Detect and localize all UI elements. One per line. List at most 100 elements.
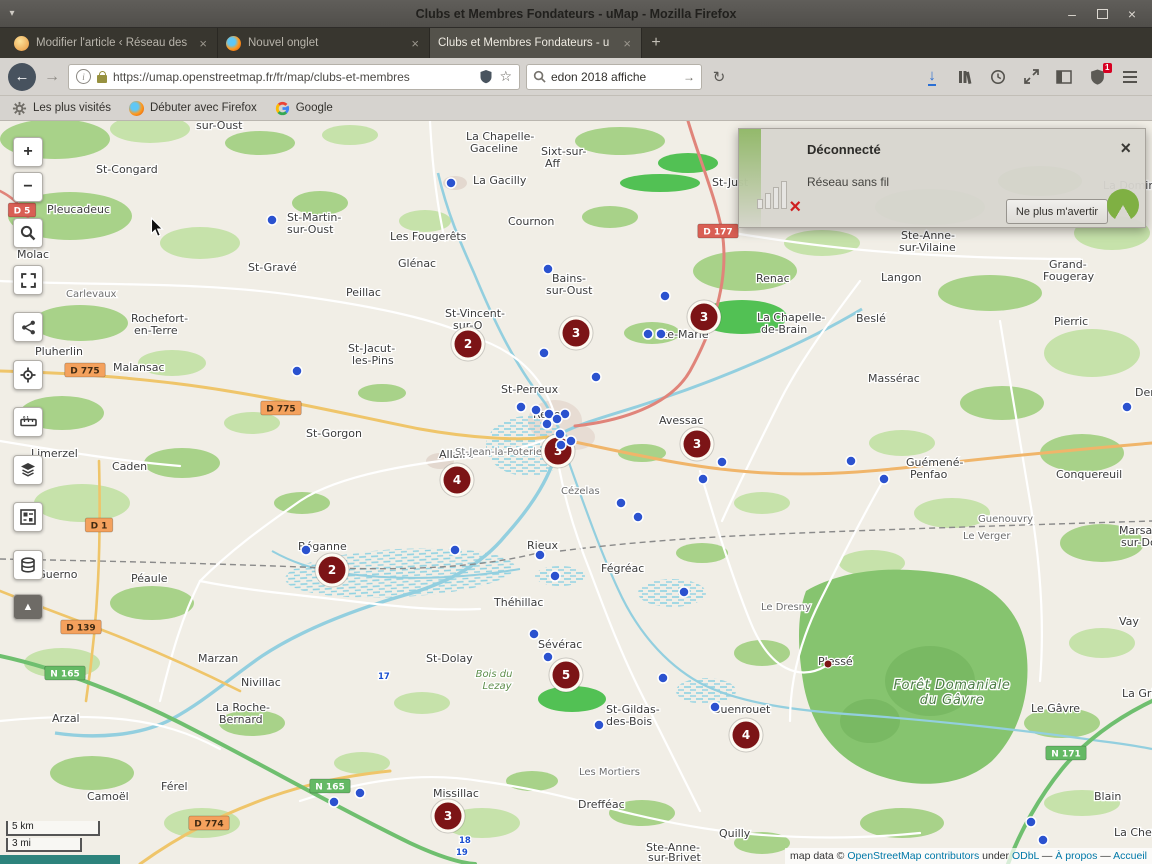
window-menu-icon[interactable]: ▾ [0, 8, 24, 19]
map-marker[interactable] [550, 571, 560, 581]
menu-button[interactable] [1118, 65, 1142, 89]
fullscreen-button[interactable] [1019, 65, 1043, 89]
map-canvas[interactable]: D 5D 775D 775D 177D 1D 139N 165N 165D 77… [0, 121, 1152, 864]
tab-close-icon[interactable]: × [409, 36, 421, 51]
map-marker[interactable] [643, 329, 653, 339]
sidebar-button[interactable] [1052, 65, 1076, 89]
search-go-icon[interactable]: → [683, 70, 695, 84]
map-marker[interactable] [267, 215, 277, 225]
shield-icon[interactable] [479, 69, 493, 84]
cluster-marker[interactable]: 3 [687, 300, 721, 334]
history-button[interactable] [986, 65, 1010, 89]
collapse-controls-button[interactable]: ▲ [13, 594, 43, 620]
downloads-button[interactable]: ↓ [920, 65, 944, 89]
map-marker[interactable] [329, 797, 339, 807]
tab-close-icon[interactable]: × [621, 36, 633, 51]
map-marker[interactable] [301, 545, 311, 555]
map-marker[interactable] [698, 474, 708, 484]
tab-new-tab[interactable]: Nouvel onglet × [218, 28, 430, 58]
back-button[interactable]: ← [8, 63, 36, 91]
dont-warn-again-button[interactable]: Ne plus m'avertir [1006, 199, 1108, 224]
close-button[interactable]: × [1124, 6, 1140, 22]
small-red-marker[interactable] [824, 660, 832, 668]
reload-button[interactable]: ↻ [708, 68, 730, 86]
url-bar[interactable]: i https://umap.openstreetmap.fr/fr/map/c… [68, 64, 520, 90]
tab-umap-active[interactable]: Clubs et Membres Fondateurs - u × [430, 28, 642, 58]
bookmark-most-visited[interactable]: Les plus visités [12, 101, 111, 116]
new-tab-button[interactable]: + [642, 28, 670, 58]
attribution-home-link[interactable]: Accueil [1113, 850, 1147, 862]
map-marker[interactable] [1122, 402, 1132, 412]
map-marker[interactable] [355, 788, 365, 798]
map-marker[interactable] [1038, 835, 1048, 845]
url-text[interactable]: https://umap.openstreetmap.fr/fr/map/clu… [113, 70, 473, 84]
bookmark-google[interactable]: Google [275, 101, 333, 116]
bookmark-get-started[interactable]: Débuter avec Firefox [129, 101, 257, 116]
map-marker[interactable] [660, 291, 670, 301]
map-marker[interactable] [1026, 817, 1036, 827]
minimap-button[interactable] [13, 502, 43, 532]
measure-button[interactable]: 0 1 [13, 407, 43, 437]
share-button[interactable] [13, 312, 43, 342]
map-marker[interactable] [516, 402, 526, 412]
lock-icon[interactable] [97, 75, 107, 83]
site-info-icon[interactable]: i [76, 69, 91, 84]
map-marker[interactable] [879, 474, 889, 484]
map-marker[interactable] [543, 264, 553, 274]
map-marker[interactable] [710, 702, 720, 712]
map-marker[interactable] [542, 419, 552, 429]
cluster-marker[interactable]: 4 [729, 718, 763, 752]
map-marker[interactable] [717, 457, 727, 467]
map-marker[interactable] [679, 587, 689, 597]
map-marker[interactable] [446, 178, 456, 188]
map-marker[interactable] [552, 414, 562, 424]
library-button[interactable] [953, 65, 977, 89]
maximize-button[interactable] [1094, 6, 1110, 22]
ublock-button[interactable]: 1 [1085, 65, 1109, 89]
map-marker[interactable] [846, 456, 856, 466]
forward-button[interactable]: → [42, 68, 62, 86]
map-marker[interactable] [591, 372, 601, 382]
locate-button[interactable] [13, 360, 43, 390]
tab-close-icon[interactable]: × [197, 36, 209, 51]
cluster-marker[interactable]: 5 [549, 658, 583, 692]
map-search-button[interactable] [13, 218, 43, 248]
fullscreen-map-button[interactable] [13, 265, 43, 295]
map-marker[interactable] [539, 348, 549, 358]
cluster-marker[interactable]: 3 [680, 427, 714, 461]
map-marker[interactable] [594, 720, 604, 730]
bookmark-star-icon[interactable]: ☆ [499, 68, 512, 85]
map-marker[interactable] [529, 629, 539, 639]
map-marker[interactable] [450, 545, 460, 555]
attribution-about-link[interactable]: À propos [1055, 850, 1097, 862]
cluster-marker[interactable]: 2 [451, 327, 485, 361]
notification-close-icon[interactable]: × [1120, 139, 1131, 157]
attribution-osm-link[interactable]: OpenStreetMap contributors [847, 850, 979, 862]
search-input[interactable]: edon 2018 affiche [551, 70, 678, 84]
zoom-in-button[interactable]: + [13, 137, 43, 167]
layers-button[interactable] [13, 455, 43, 485]
cluster-marker[interactable]: 3 [559, 316, 593, 350]
minimize-button[interactable]: – [1064, 6, 1080, 22]
map-marker[interactable] [616, 498, 626, 508]
cluster-marker[interactable]: 3 [431, 799, 465, 833]
cluster-marker[interactable]: 4 [440, 463, 474, 497]
map-marker[interactable] [531, 405, 541, 415]
map-marker[interactable] [566, 436, 576, 446]
map-container[interactable]: D 5D 775D 775D 177D 1D 139N 165N 165D 77… [0, 121, 1152, 864]
map-marker[interactable] [556, 440, 566, 450]
map-marker[interactable] [658, 673, 668, 683]
search-bar[interactable]: edon 2018 affiche → [526, 64, 702, 90]
map-marker[interactable] [535, 550, 545, 560]
attribution-odbl-link[interactable]: ODbL [1012, 850, 1039, 862]
data-export-button[interactable] [13, 550, 43, 580]
tab-edit-article[interactable]: Modifier l'article ‹ Réseau des × [6, 28, 218, 58]
zoom-out-button[interactable]: − [13, 172, 43, 202]
map-marker[interactable] [555, 429, 565, 439]
map-marker[interactable] [292, 366, 302, 376]
cluster-marker[interactable]: 2 [315, 553, 349, 587]
window-titlebar[interactable]: ▾ Clubs et Membres Fondateurs - uMap - M… [0, 0, 1152, 28]
map-marker[interactable] [633, 512, 643, 522]
map-marker[interactable] [656, 329, 666, 339]
map-marker[interactable] [543, 652, 553, 662]
